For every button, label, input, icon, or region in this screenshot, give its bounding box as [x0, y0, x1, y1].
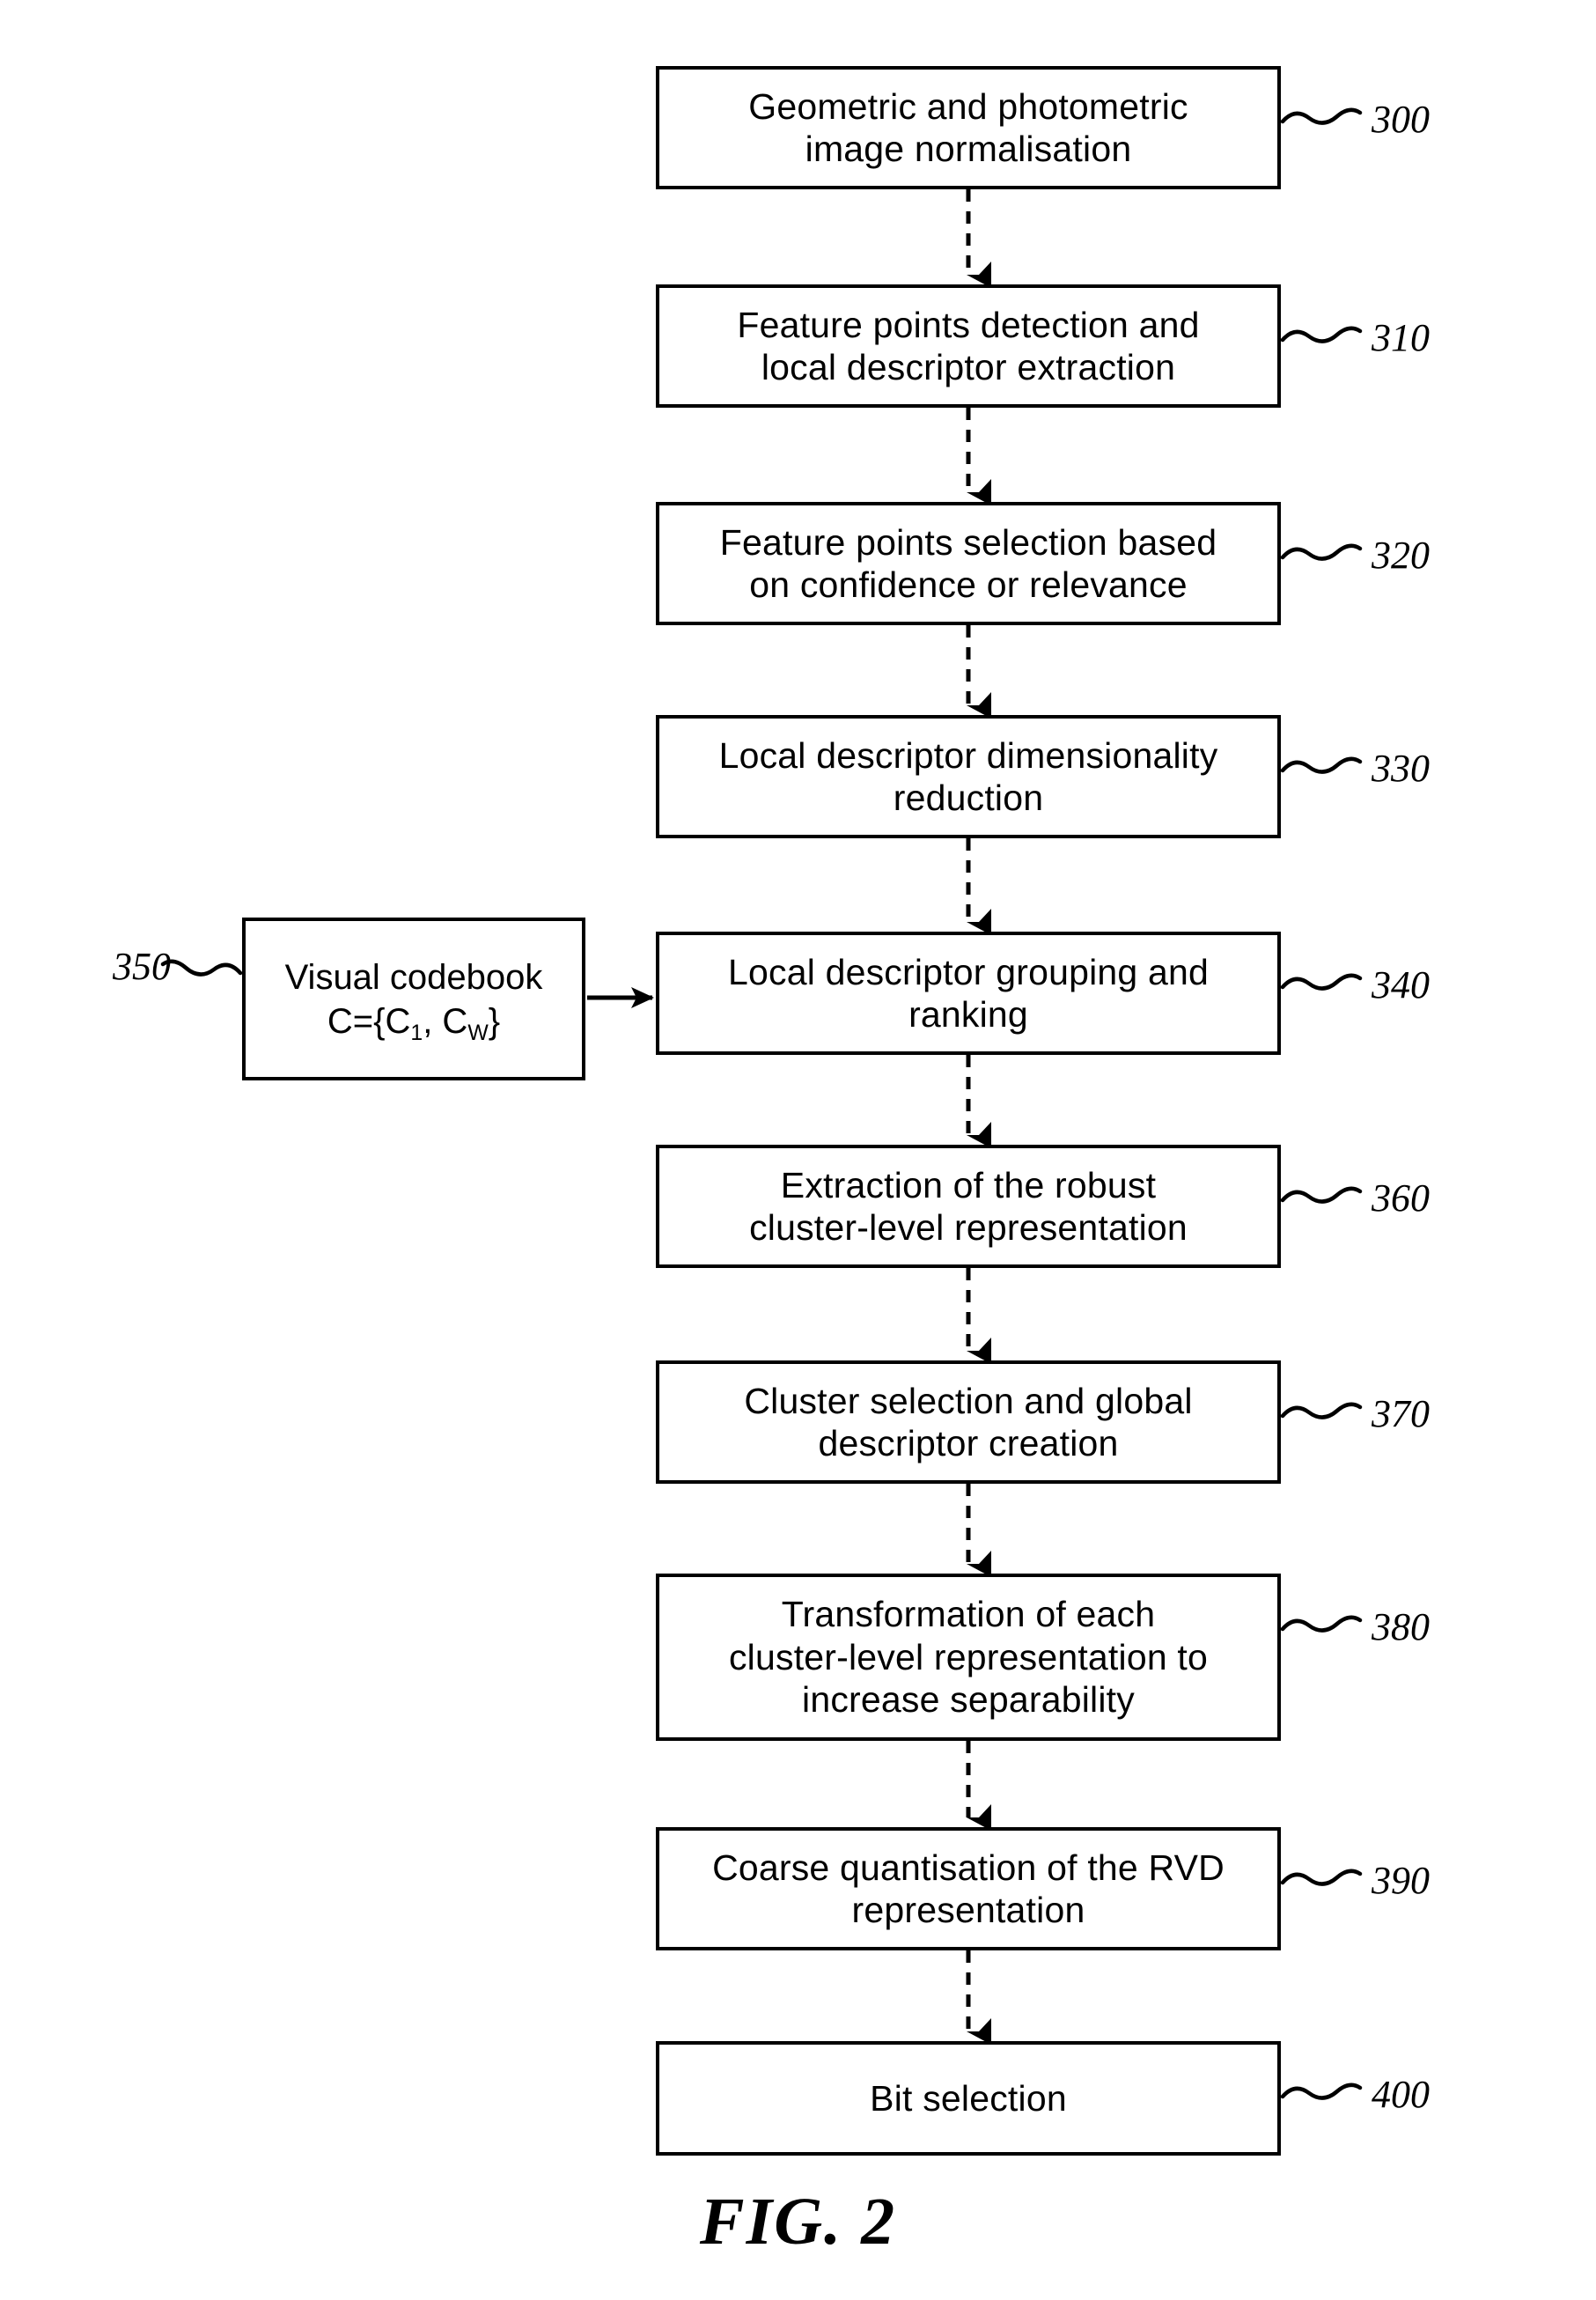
process-box-310[interactable]: Feature points detection and local descr… [656, 284, 1281, 408]
formula-mid: , C [423, 1001, 468, 1041]
ref-numeral-320: 320 [1372, 534, 1430, 577]
process-box-330-label: Local descriptor dimensionality reductio… [718, 734, 1218, 818]
visual-codebook-title: Visual codebook [284, 957, 543, 997]
process-box-390[interactable]: Coarse quantisation of the RVD represent… [656, 1827, 1281, 1950]
formula-suffix: } [488, 1001, 501, 1041]
ref-numeral-340: 340 [1372, 963, 1430, 1006]
visual-codebook-formula: C={C1, CW} [327, 1001, 501, 1045]
visual-codebook-box[interactable]: Visual codebook C={C1, CW} [242, 918, 585, 1080]
process-box-310-label: Feature points detection and local descr… [737, 304, 1200, 387]
process-box-380-label: Transformation of each cluster-level rep… [728, 1594, 1209, 1721]
process-box-340[interactable]: Local descriptor grouping and ranking [656, 932, 1281, 1055]
ref-numeral-380: 380 [1372, 1605, 1430, 1648]
ref-numeral-390: 390 [1372, 1859, 1430, 1902]
formula-prefix: C={C [327, 1001, 411, 1041]
figure-caption: FIG. 2 [699, 2185, 897, 2259]
process-box-380[interactable]: Transformation of each cluster-level rep… [656, 1574, 1281, 1741]
patent-figure: Geometric and photometric image normalis… [0, 0, 1596, 2300]
process-box-360-label: Extraction of the robust cluster-level r… [749, 1164, 1188, 1248]
process-box-400[interactable]: Bit selection [656, 2041, 1281, 2156]
process-box-390-label: Coarse quantisation of the RVD represent… [712, 1847, 1225, 1930]
process-box-320-label: Feature points selection based on confid… [719, 521, 1217, 605]
process-box-370-label: Cluster selection and global descriptor … [744, 1380, 1193, 1463]
ref-numeral-330: 330 [1372, 747, 1430, 790]
process-box-300-label: Geometric and photometric image normalis… [748, 85, 1188, 169]
ref-numeral-310: 310 [1372, 316, 1430, 359]
process-box-330[interactable]: Local descriptor dimensionality reductio… [656, 715, 1281, 838]
process-box-370[interactable]: Cluster selection and global descriptor … [656, 1360, 1281, 1484]
ref-numeral-360: 360 [1372, 1176, 1430, 1220]
process-box-400-label: Bit selection [870, 2077, 1067, 2119]
ref-numeral-370: 370 [1372, 1392, 1430, 1435]
process-box-320[interactable]: Feature points selection based on confid… [656, 502, 1281, 625]
ref-numeral-300: 300 [1372, 98, 1430, 141]
formula-subscript-w: W [467, 1021, 489, 1045]
process-box-360[interactable]: Extraction of the robust cluster-level r… [656, 1145, 1281, 1268]
formula-subscript-1: 1 [410, 1021, 423, 1045]
ref-numeral-400: 400 [1372, 2073, 1430, 2116]
process-box-340-label: Local descriptor grouping and ranking [728, 951, 1209, 1035]
process-box-300[interactable]: Geometric and photometric image normalis… [656, 66, 1281, 189]
ref-numeral-350: 350 [113, 945, 171, 988]
